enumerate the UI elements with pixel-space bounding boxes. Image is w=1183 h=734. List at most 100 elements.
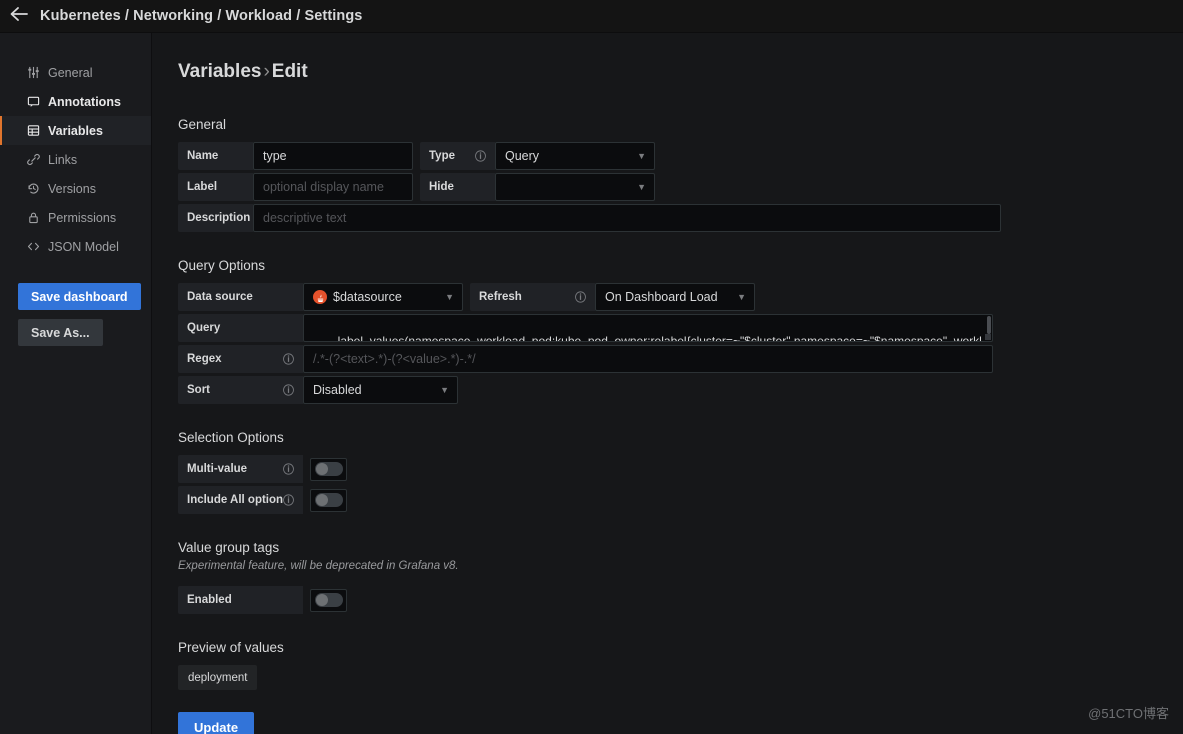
description-input[interactable]: descriptive text [253,204,1001,232]
chevron-down-icon: ▼ [737,291,746,302]
sidebar-item-label: Annotations [48,94,121,109]
description-label: Description [178,204,253,232]
label-row: Label optional display name Hide ▼ [178,173,1183,201]
refresh-label: Refresh ⓘ [470,283,595,311]
chevron-down-icon: ▼ [440,384,449,395]
code-icon [26,240,40,254]
page-title-main: Variables [178,61,262,82]
regex-label: Regex ⓘ [178,345,303,373]
type-info-icon[interactable]: ⓘ [475,148,486,164]
refresh-value: On Dashboard Load [605,290,718,304]
sidebar-item-label: Permissions [48,210,117,225]
back-button[interactable] [0,6,38,27]
description-row: Description descriptive text [178,204,1183,232]
save-as-button[interactable]: Save As... [18,319,103,346]
name-label: Name [178,142,253,170]
table-icon [26,124,40,138]
sidebar-item-json-model[interactable]: JSON Model [0,232,151,261]
enabled-row: Enabled [178,586,1183,614]
top-bar: Kubernetes / Networking / Workload / Set… [0,0,1183,33]
prometheus-icon [313,290,327,304]
settings-sidebar: General Annotations Variables Links Vers… [0,33,152,734]
page-title-sub: Edit [271,61,308,82]
breadcrumb[interactable]: Kubernetes / Networking / Workload / Set… [40,8,362,24]
hide-label: Hide [420,173,495,201]
link-icon [26,153,40,167]
enabled-toggle[interactable] [310,588,347,612]
refresh-select[interactable]: On Dashboard Load ▼ [595,283,755,311]
selection-options-section: Multi-value ⓘ Include All option ⓘ [178,455,1183,514]
refresh-info-icon[interactable]: ⓘ [575,289,586,305]
multivalue-row: Multi-value ⓘ [178,455,1183,483]
multivalue-info-icon[interactable]: ⓘ [283,461,294,477]
query-options-heading: Query Options [178,258,266,273]
chevron-down-icon: ▼ [445,291,454,302]
query-row: Query label_values(namespace_workload_po… [178,314,1183,342]
query-scrollbar[interactable] [987,316,991,334]
value-group-tags-note: Experimental feature, will be deprecated… [178,560,459,572]
query-options-section: Data source $datasource ▼ Refresh ⓘ On D… [178,283,1183,404]
name-row: Name type Type ⓘ Query ▼ [178,142,1183,170]
sort-value: Disabled [313,383,362,397]
sidebar-item-versions[interactable]: Versions [0,174,151,203]
page-title: Variables › Edit [178,61,1183,83]
regex-row: Regex ⓘ /.*-(?<text>.*)-(?<value>.*)-.*/ [178,345,1183,373]
multivalue-label: Multi-value ⓘ [178,455,303,483]
sidebar-item-label: Links [48,152,78,167]
datasource-label: Data source [178,283,303,311]
save-dashboard-button[interactable]: Save dashboard [18,283,141,310]
includeall-toggle[interactable] [310,488,347,512]
chevron-down-icon: ▼ [637,150,646,161]
includeall-row: Include All option ⓘ [178,486,1183,514]
main-content: Variables › Edit General Name type Type ⓘ … [152,33,1183,734]
query-text: label_values(namespace_workload_pod:kube… [337,334,982,342]
general-section-heading: General [178,117,227,132]
sidebar-item-label: JSON Model [48,239,119,254]
label-input[interactable]: optional display name [253,173,413,201]
regex-info-icon[interactable]: ⓘ [283,351,294,367]
value-group-tags-heading: Value group tags [178,540,280,555]
sliders-icon [26,66,40,80]
sidebar-item-annotations[interactable]: Annotations [0,87,151,116]
value-group-tags-section: Enabled [178,586,1183,614]
hide-select[interactable]: ▼ [495,173,655,201]
update-button[interactable]: Update [178,712,255,734]
regex-input[interactable]: /.*-(?<text>.*)-(?<value>.*)-.*/ [303,345,993,373]
type-label: Type ⓘ [420,142,495,170]
query-label: Query [178,314,303,342]
sidebar-item-general[interactable]: General [0,58,151,87]
sidebar-item-label: General [48,65,93,80]
comment-icon [26,95,40,109]
name-input[interactable]: type [253,142,413,170]
arrow-left-icon [9,6,29,27]
sidebar-item-label: Versions [48,181,96,196]
includeall-label: Include All option ⓘ [178,486,303,514]
preview-values: deployment [178,665,1183,690]
sort-row: Sort ⓘ Disabled ▼ [178,376,1183,404]
type-select-value: Query [505,149,540,163]
datasource-value: $datasource [333,290,402,304]
title-separator: › [263,61,270,82]
sidebar-item-permissions[interactable]: Permissions [0,203,151,232]
sidebar-item-label: Variables [48,123,103,138]
query-textarea[interactable]: label_values(namespace_workload_pod:kube… [303,314,993,342]
chevron-down-icon: ▼ [637,181,646,192]
save-button-group: Save dashboard Save As... [0,283,151,346]
sort-select[interactable]: Disabled ▼ [303,376,458,404]
datasource-select[interactable]: $datasource ▼ [303,283,463,311]
query-resize-handle[interactable] [985,334,991,340]
sidebar-item-variables[interactable]: Variables [0,116,151,145]
history-icon [26,182,40,196]
sort-label: Sort ⓘ [178,376,303,404]
watermark: @51CTO博客 [1088,706,1169,721]
preview-heading: Preview of values [178,640,284,655]
multivalue-toggle[interactable] [310,457,347,481]
type-select[interactable]: Query ▼ [495,142,655,170]
general-section: Name type Type ⓘ Query ▼ Label optional … [178,142,1183,232]
sort-info-icon[interactable]: ⓘ [283,382,294,398]
preview-value-tag: deployment [178,665,258,690]
includeall-info-icon[interactable]: ⓘ [283,492,294,508]
datasource-row: Data source $datasource ▼ Refresh ⓘ On D… [178,283,1183,311]
selection-options-heading: Selection Options [178,430,284,445]
sidebar-item-links[interactable]: Links [0,145,151,174]
